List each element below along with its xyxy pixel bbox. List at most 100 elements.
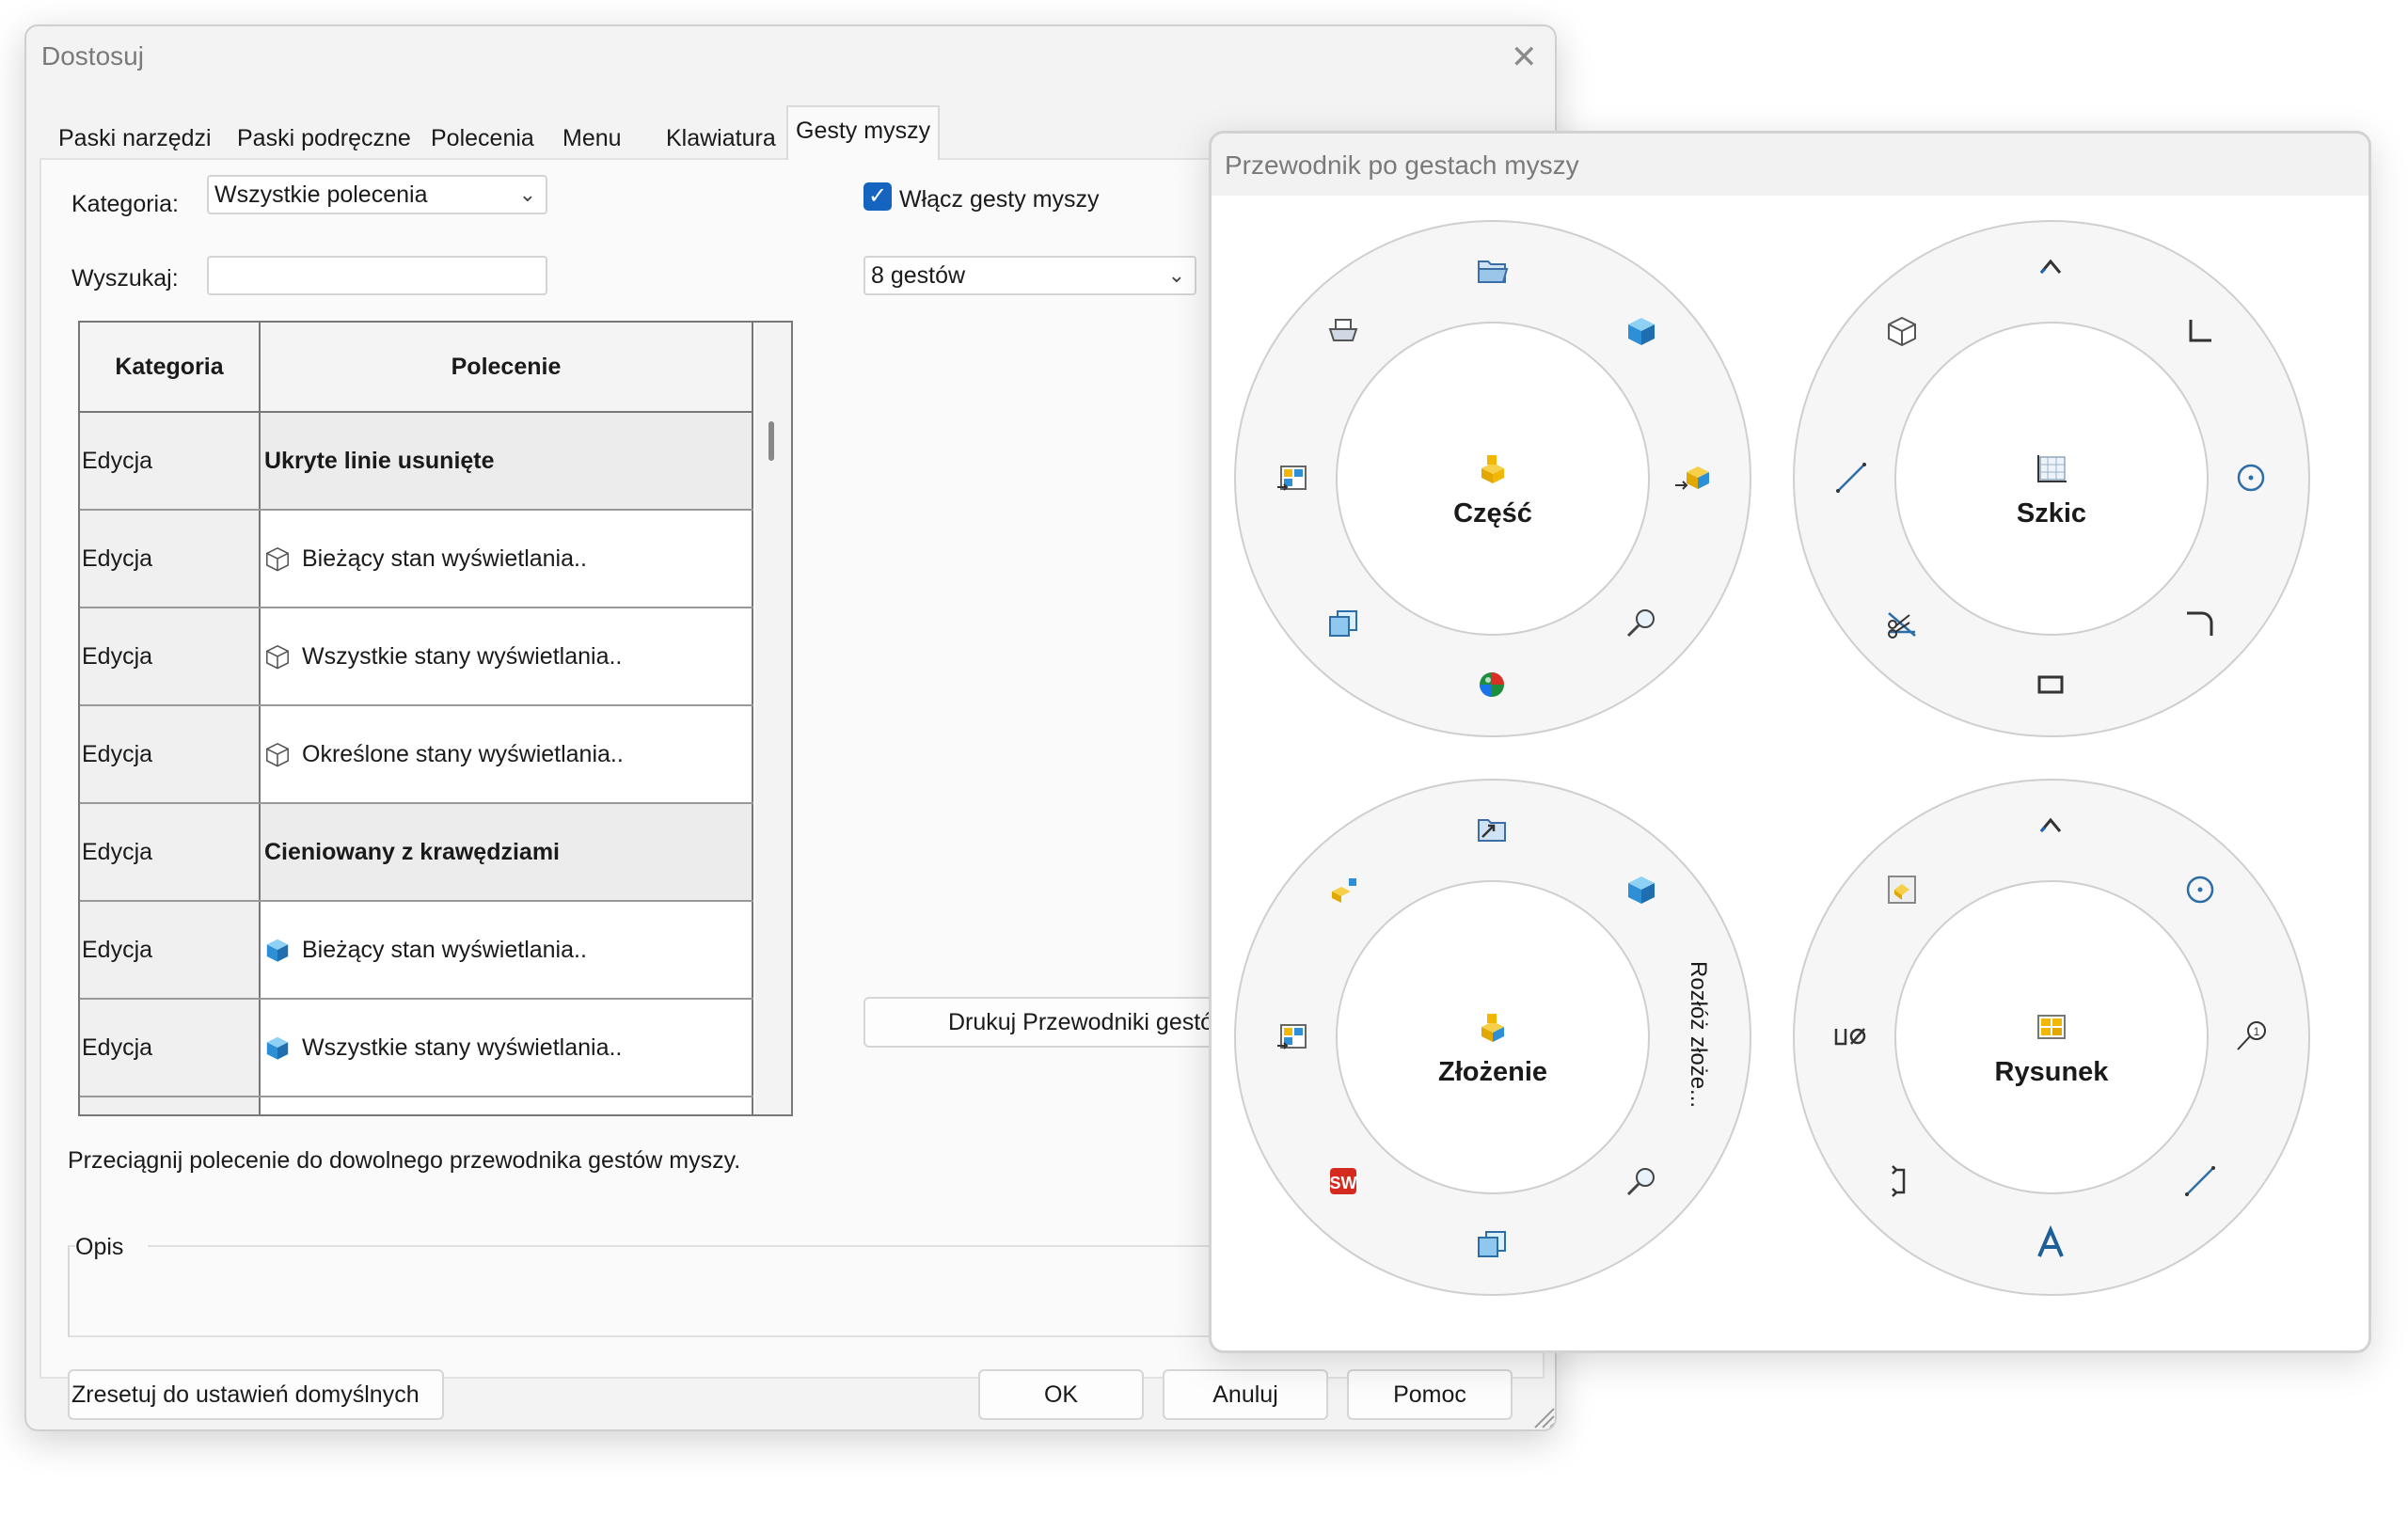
sketch-fillet-icon[interactable]: [2181, 604, 2219, 641]
balloon-icon[interactable]: 1: [2232, 1018, 2270, 1055]
table-row[interactable]: [80, 1097, 753, 1114]
table-row[interactable]: Edycja Określone stany wyświetlania..: [80, 706, 753, 804]
wheel-name: Szkic: [2016, 498, 2087, 529]
wheel-name: Rysunek: [1994, 1057, 2109, 1087]
category-select[interactable]: Wszystkie polecenia ⌄: [207, 175, 547, 214]
part-icon: [1481, 455, 1504, 483]
shaded-cube-icon[interactable]: [1623, 312, 1660, 350]
table-row[interactable]: Edycja Wszystkie stany wyświetlania..: [80, 1000, 753, 1097]
dialog-title: Dostosuj: [41, 41, 144, 71]
circle-icon[interactable]: [2181, 871, 2219, 908]
table-row[interactable]: Edycja Cieniowany z krawędziami: [80, 804, 753, 902]
command-label: Cieniowany z krawędziami: [264, 838, 560, 865]
cell-category: Edycja: [80, 1000, 261, 1096]
cell-category: Edycja: [80, 902, 261, 998]
zoom-area-icon[interactable]: [1623, 604, 1660, 641]
line-icon[interactable]: [1832, 459, 1870, 497]
view-orientation-icon[interactable]: [1324, 604, 1362, 641]
shaded-cube-icon: [266, 1036, 289, 1060]
resize-grip-icon[interactable]: [1531, 1405, 1556, 1429]
model-view-icon[interactable]: [1883, 871, 1921, 908]
chevron-down-icon: ⌄: [518, 182, 536, 206]
scrollbar-thumb[interactable]: [768, 421, 774, 461]
category-label: Kategoria:: [71, 191, 179, 217]
cell-category: Edycja: [80, 413, 261, 509]
table-scrollbar[interactable]: [755, 323, 791, 1114]
explode-assembly-label[interactable]: Rozłóż złoże...: [1685, 961, 1711, 1108]
shaded-cube-icon: [266, 939, 289, 962]
trim-entities-icon[interactable]: [1883, 604, 1921, 641]
shaded-cube-icon[interactable]: [1623, 871, 1660, 908]
table-row[interactable]: Edycja Bieżący stan wyświetlania..: [80, 511, 753, 608]
command-label: Wszystkie stany wyświetlania..: [302, 642, 623, 670]
enable-gestures-checkbox[interactable]: ✓: [863, 182, 892, 211]
print-guides-button[interactable]: Drukuj Przewodniki gestó: [863, 997, 1259, 1048]
command-label: Określone stany wyświetlania..: [302, 740, 624, 767]
zoom-area-icon[interactable]: [1623, 1162, 1660, 1200]
assembly-icon: [1481, 1014, 1504, 1042]
tab-shortcut-bars[interactable]: Paski podręczne: [230, 117, 419, 160]
alternate-position-icon[interactable]: [1883, 1162, 1921, 1200]
cell-command: [261, 1097, 753, 1114]
cell-category: Edycja: [80, 608, 261, 704]
appearance-ball-icon[interactable]: [1473, 666, 1511, 703]
chevron-down-icon: ⌄: [1167, 263, 1185, 287]
table-row[interactable]: Edycja Bieżący stan wyświetlania..: [80, 902, 753, 1000]
line-icon[interactable]: [2181, 1162, 2219, 1200]
solidworks-3dexperience-icon[interactable]: SW: [1324, 1162, 1362, 1200]
tab-menu[interactable]: Menu: [555, 117, 629, 160]
tab-commands[interactable]: Polecenia: [423, 117, 542, 160]
drawing-icon: [2037, 1015, 2066, 1039]
command-label: Bieżący stan wyświetlania..: [302, 936, 587, 963]
cancel-button[interactable]: Anuluj: [1163, 1369, 1328, 1420]
column-header-command[interactable]: Polecenie: [261, 323, 753, 413]
cell-command: Bieżący stan wyświetlania..: [261, 511, 753, 607]
wire-cube-icon[interactable]: [1883, 312, 1921, 350]
smart-dimension-icon[interactable]: [2032, 252, 2069, 290]
svg-text:1: 1: [2254, 1025, 2260, 1038]
search-input[interactable]: [207, 256, 547, 295]
table-row[interactable]: Edycja Ukryte linie usunięte: [80, 413, 753, 511]
insert-components-icon[interactable]: [1324, 871, 1362, 908]
wheel-name: Złożenie: [1437, 1057, 1547, 1087]
table-row[interactable]: Edycja Wszystkie stany wyświetlania..: [80, 608, 753, 706]
tab-mouse-gestures[interactable]: Gesty myszy: [786, 105, 941, 160]
wire-cube-icon: [266, 644, 289, 670]
cell-command: Bieżący stan wyświetlania..: [261, 902, 753, 998]
open-folder-arrow-icon[interactable]: [1473, 811, 1511, 848]
description-label: Opis: [75, 1234, 149, 1261]
drawing-from-assembly-icon[interactable]: [1274, 1018, 1311, 1055]
mouse-gesture-guide-window: Przewodnik po gestach myszy Część Szkic …: [1209, 131, 2371, 1353]
cell-category: Edycja: [80, 706, 261, 802]
corner-rectangle-icon[interactable]: [2181, 312, 2219, 350]
category-value: Wszystkie polecenia: [214, 181, 428, 208]
cell-command: Wszystkie stany wyświetlania..: [261, 1000, 753, 1096]
drag-hint: Przeciągnij polecenie do dowolnego przew…: [68, 1147, 741, 1174]
open-folder-icon[interactable]: [1473, 252, 1511, 290]
insert-part-icon[interactable]: [1673, 459, 1711, 497]
search-label: Wyszukaj:: [71, 265, 179, 292]
sketch-grid-icon: [2037, 455, 2067, 482]
reset-defaults-button[interactable]: Zresetuj do ustawień domyślnych: [68, 1369, 444, 1420]
close-icon[interactable]: ✕: [1511, 41, 1538, 73]
ok-button[interactable]: OK: [978, 1369, 1144, 1420]
circle-icon[interactable]: [2232, 459, 2270, 497]
tab-keyboard[interactable]: Klawiatura: [658, 117, 784, 160]
smart-dimension-icon[interactable]: [2032, 811, 2069, 848]
gesture-count-select[interactable]: 8 gestów ⌄: [863, 256, 1196, 295]
command-label: Ukryte linie usunięte: [264, 447, 495, 474]
hole-callout-icon[interactable]: [1832, 1018, 1870, 1055]
tab-toolbars[interactable]: Paski narzędzi: [51, 117, 219, 160]
command-label: Bieżący stan wyświetlania..: [302, 544, 587, 572]
enable-gestures-label: Włącz gesty myszy: [899, 186, 1100, 213]
view-orientation-icon[interactable]: [1473, 1224, 1511, 1262]
drawing-from-part-icon[interactable]: [1274, 459, 1311, 497]
cell-command: Wszystkie stany wyświetlania..: [261, 608, 753, 704]
help-button[interactable]: Pomoc: [1347, 1369, 1513, 1420]
print-icon[interactable]: [1324, 312, 1362, 350]
column-header-category[interactable]: Kategoria: [80, 323, 261, 413]
rectangle-icon[interactable]: [2032, 666, 2069, 703]
cell-command: Określone stany wyświetlania..: [261, 706, 753, 802]
cell-command: Ukryte linie usunięte: [261, 413, 753, 509]
note-text-icon[interactable]: [2032, 1224, 2069, 1262]
